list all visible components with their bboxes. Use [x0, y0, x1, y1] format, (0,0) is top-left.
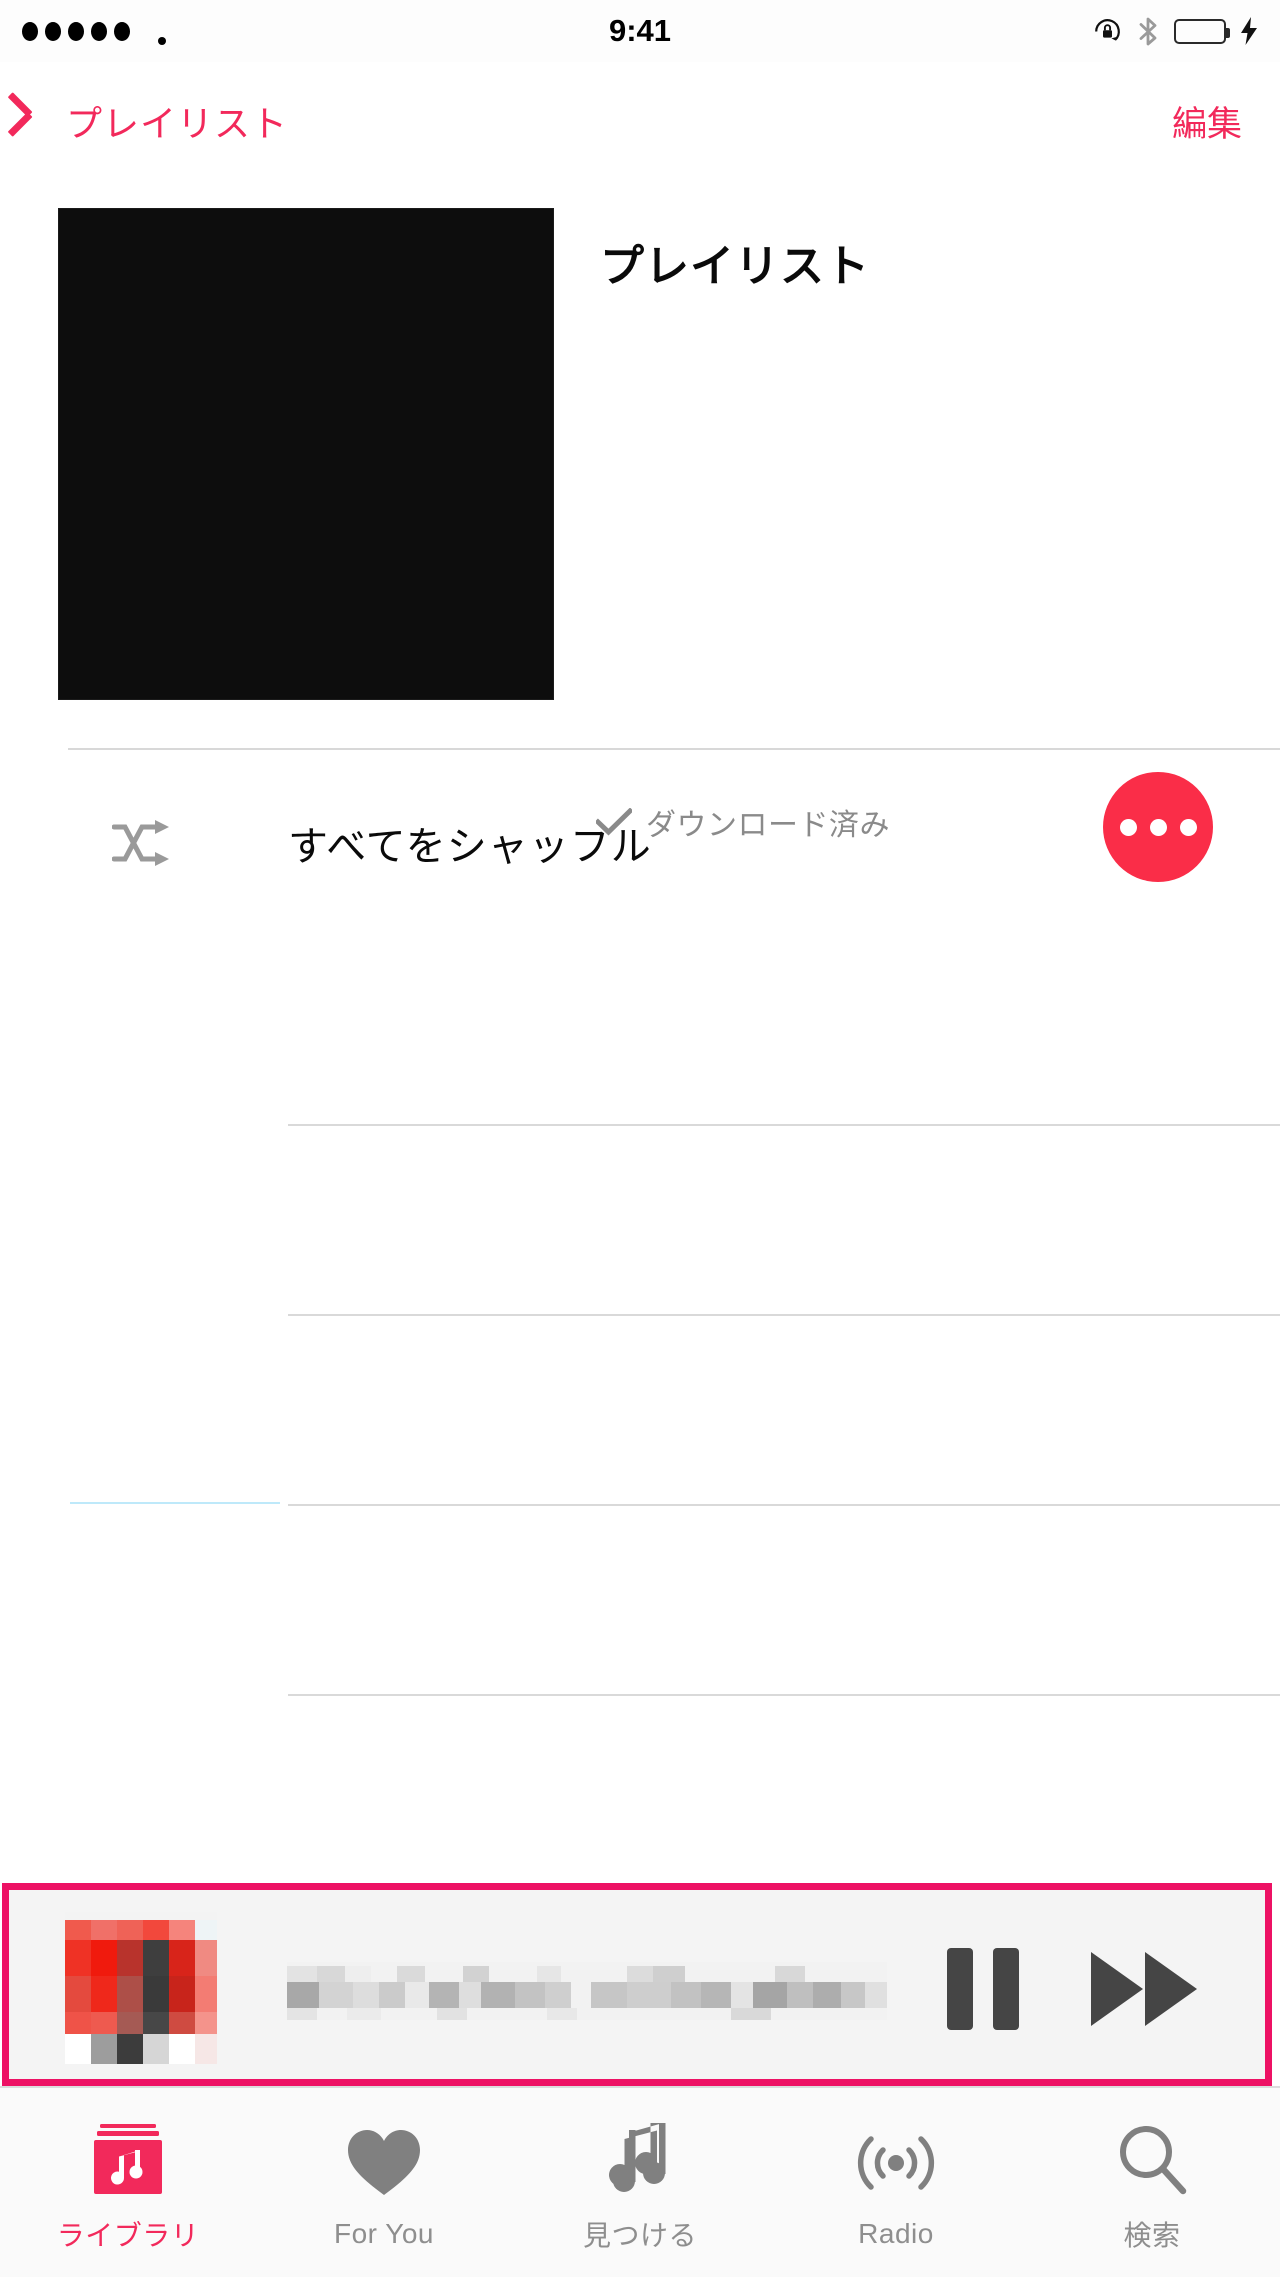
battery-full-icon — [1174, 18, 1230, 44]
pause-icon — [947, 1948, 973, 2030]
page-title: プレイリスト — [600, 242, 870, 291]
tab-library-label: ライブラリ — [56, 2219, 200, 2251]
tab-browse[interactable]: 見つける — [512, 2088, 768, 2277]
heart-icon — [346, 2124, 422, 2202]
track-list-row[interactable] — [0, 1506, 1280, 1696]
row-separator — [288, 1694, 1280, 1696]
tab-radio-label: Radio — [858, 2217, 934, 2249]
bluetooth-icon — [1137, 16, 1159, 47]
track-list-row[interactable] — [0, 1126, 1280, 1316]
track-list-row[interactable] — [0, 1316, 1280, 1506]
pause-icon — [993, 1948, 1019, 2030]
mini-player[interactable] — [2, 1883, 1272, 2086]
edit-button[interactable]: 編集 — [1172, 62, 1242, 180]
tab-radio[interactable]: Radio — [768, 2088, 1024, 2277]
shuffle-all-row[interactable]: すべてをシャッフル — [0, 750, 1280, 936]
app-screen: 9:41 プレイリスト 編集 プレイリスト ダウンロード済み すべてをシャッフル… — [0, 0, 1280, 2277]
tab-library[interactable]: ライブラリ — [0, 2088, 256, 2277]
pause-button[interactable] — [947, 1948, 1019, 2030]
fast-forward-icon — [1091, 1952, 1197, 2026]
tab-search-label: 検索 — [1123, 2219, 1181, 2251]
chevron-left-icon — [26, 100, 52, 142]
back-button[interactable]: プレイリスト — [26, 62, 288, 180]
status-bar: 9:41 — [0, 0, 1280, 62]
status-bar-right — [1093, 0, 1258, 62]
now-playing-artwork[interactable] — [65, 1912, 217, 2064]
search-icon — [1117, 2120, 1187, 2198]
tab-for-you[interactable]: For You — [256, 2088, 512, 2277]
tab-browse-label: 見つける — [582, 2219, 697, 2251]
shuffle-all-label: すべてをシャッフル — [288, 825, 652, 869]
status-bar-clock: 9:41 — [608, 13, 672, 48]
rotation-lock-icon — [1093, 17, 1122, 46]
track-list-row[interactable] — [0, 936, 1280, 1126]
tab-bar: ライブラリ For You 見つける Radio 検索 — [0, 2086, 1280, 2277]
playlist-artwork[interactable] — [58, 208, 554, 700]
navigation-bar: プレイリスト 編集 — [0, 62, 1280, 180]
back-button-label: プレイリスト — [66, 103, 289, 144]
shuffle-icon — [111, 818, 174, 868]
track-list — [0, 936, 1280, 1776]
charging-bolt-icon — [1241, 17, 1258, 45]
playlist-header: プレイリスト ダウンロード済み — [0, 180, 1280, 882]
tab-for-you-label: For You — [333, 2217, 435, 2249]
scroll-artifact-line — [70, 1502, 280, 1504]
radio-broadcast-icon — [851, 2124, 941, 2202]
now-playing-title — [287, 1962, 887, 2020]
tab-search[interactable]: 検索 — [1024, 2088, 1280, 2277]
music-note-icon — [609, 2120, 671, 2198]
next-track-button[interactable] — [1089, 1950, 1199, 2028]
library-icon — [92, 2120, 164, 2198]
